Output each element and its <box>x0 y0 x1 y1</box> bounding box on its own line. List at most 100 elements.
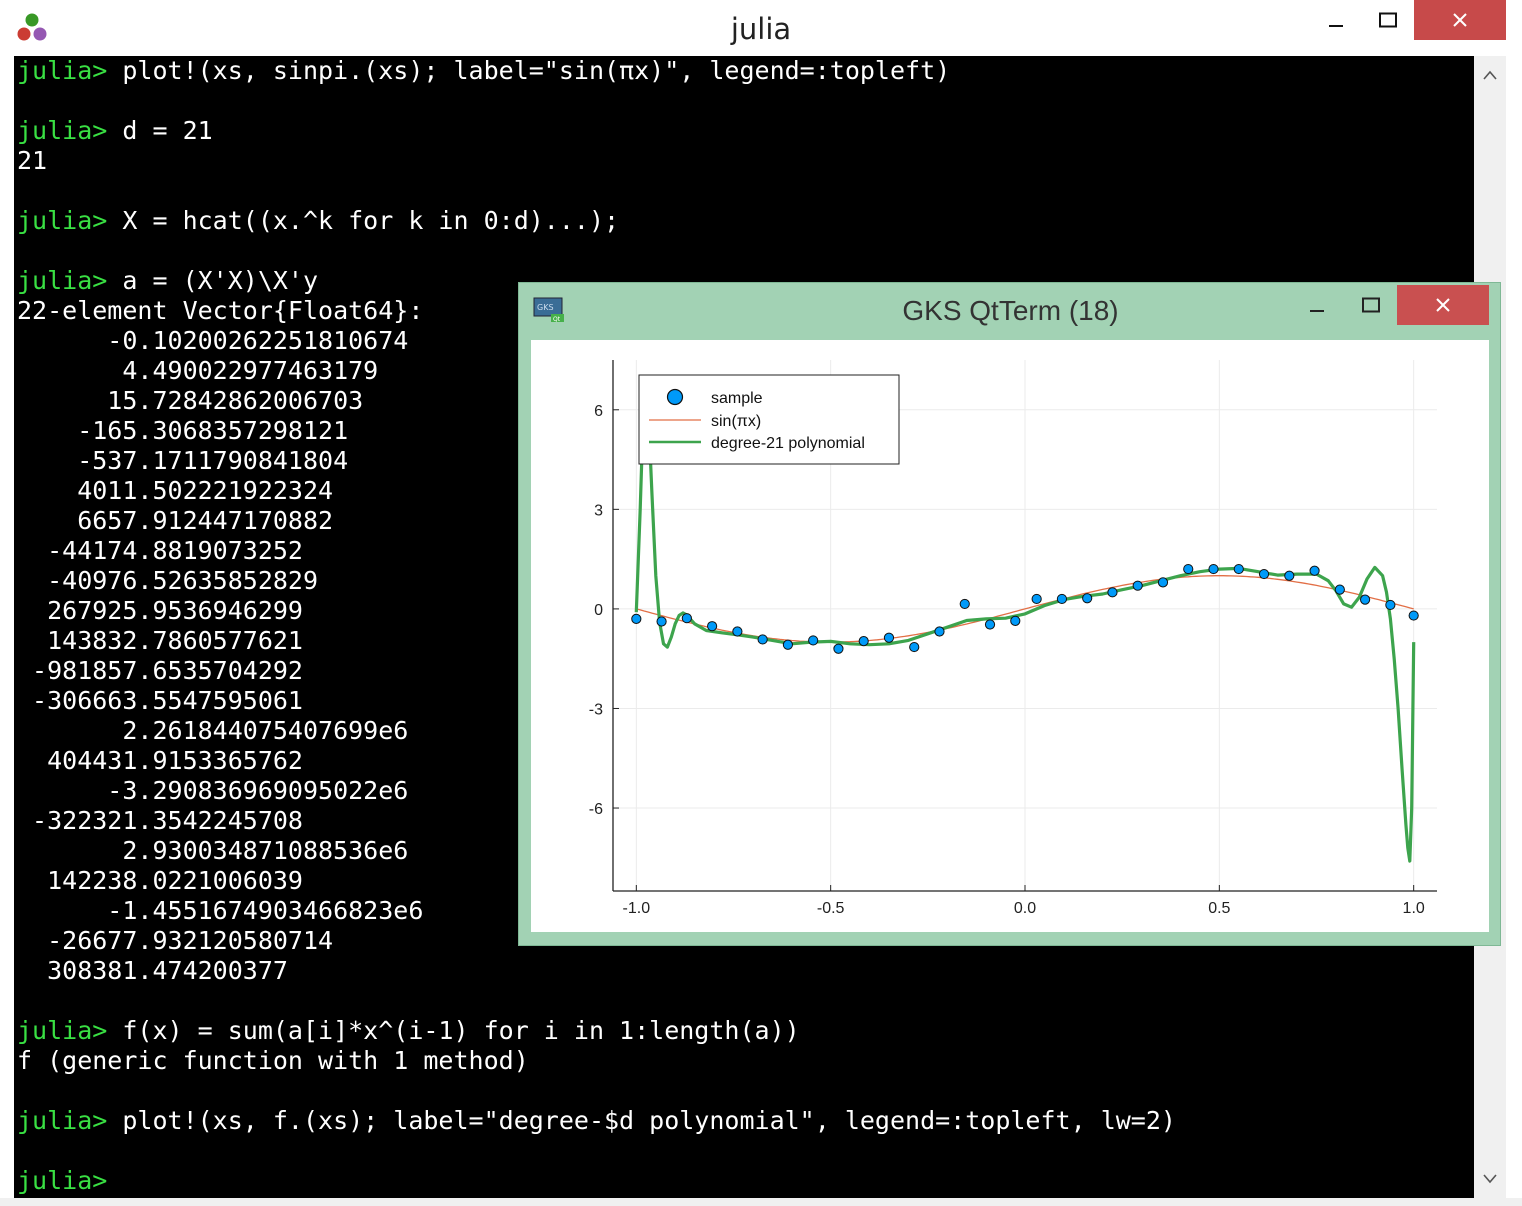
sample-point <box>984 619 996 630</box>
output-text: 6657.912447170882 <box>17 506 334 535</box>
output-text: -44174.8819073252 <box>17 536 303 565</box>
sample-point <box>757 634 768 645</box>
close-button[interactable] <box>1414 0 1506 40</box>
scroll-up-button[interactable] <box>1474 60 1506 90</box>
sample-point <box>1408 610 1419 621</box>
gks-qtterm-window[interactable]: GKS Qt GKS QtTerm (18) -1.0 -0.5 0.0 0.5 1.0… <box>518 282 1501 946</box>
output-text: -322321.3542245708 <box>17 806 303 835</box>
window-border <box>1506 0 1522 1206</box>
sample-point <box>858 635 869 647</box>
sample-point <box>934 626 945 637</box>
output-text: 21 <box>17 146 48 175</box>
julia-prompt: julia> <box>17 206 123 235</box>
command-text: d = 21 <box>122 116 213 145</box>
output-text: -306663.5547595061 <box>17 686 303 715</box>
sample-point <box>1107 587 1118 598</box>
sample-point <box>959 598 970 610</box>
gks-maximize-button[interactable] <box>1345 285 1397 325</box>
minimize-button[interactable] <box>1308 0 1364 40</box>
output-text: 267925.9536946299 <box>17 596 303 625</box>
output-text: 142238.0221006039 <box>17 866 303 895</box>
sample-point <box>681 613 692 624</box>
sample-point <box>883 632 895 643</box>
plot-svg: -1.0 -0.5 0.0 0.5 1.0 6 3 0 -3 -6 sample sin(πx) deg… <box>589 360 1437 917</box>
julia-prompt: julia> <box>17 1106 123 1135</box>
x-tick-label: 0.0 <box>1014 900 1036 917</box>
output-text: 308381.474200377 <box>17 956 288 985</box>
terminal-line: 308381.474200377 <box>17 956 1176 986</box>
command-text: plot!(xs, f.(xs); label="degree-$d polyn… <box>122 1106 1176 1135</box>
y-tick-label: 0 <box>594 602 603 619</box>
close-icon <box>1436 298 1450 312</box>
sample-point <box>1359 594 1371 605</box>
sample-point <box>1157 577 1169 588</box>
scroll-down-button[interactable] <box>1474 1164 1506 1194</box>
terminal-line: julia> d = 21 <box>17 116 1176 146</box>
gks-close-button[interactable] <box>1397 285 1489 325</box>
sample-point <box>1334 584 1345 595</box>
y-tick-label: 3 <box>594 502 603 519</box>
sample-point <box>808 635 819 646</box>
terminal-line: julia> plot!(xs, f.(xs); label="degree-$… <box>17 1106 1176 1136</box>
sample-point <box>782 639 794 650</box>
sample-point <box>909 641 920 653</box>
terminal-line: f (generic function with 1 method) <box>17 1046 1176 1076</box>
y-tick-label: 6 <box>594 403 603 420</box>
maximize-icon <box>1379 12 1397 28</box>
chevron-up-icon <box>1483 70 1497 80</box>
julia-window: julia julia> plot!(xs, sinpi.(xs); label… <box>0 0 1522 1206</box>
title-bar[interactable]: julia <box>0 0 1522 56</box>
output-text: -981857.6535704292 <box>17 656 303 685</box>
legend-entry: sin(πx) <box>711 413 761 430</box>
sample-point <box>631 613 642 624</box>
output-text: 2.930034871088536e6 <box>17 836 409 865</box>
command-text: X = hcat((x.^k for k in 0:d)...); <box>122 206 620 235</box>
output-text: -165.3068357298121 <box>17 416 349 445</box>
sample-point <box>1010 615 1021 626</box>
output-text: 143832.7860577621 <box>17 626 303 655</box>
output-text: -537.1711790841804 <box>17 446 349 475</box>
julia-prompt: julia> <box>17 116 123 145</box>
maximize-icon <box>1362 297 1380 313</box>
output-text: -3.290836969095022e6 <box>17 776 409 805</box>
minimize-icon <box>1310 310 1324 312</box>
sample-point <box>1132 580 1143 591</box>
julia-prompt: julia> <box>17 1016 123 1045</box>
legend-entry: degree-21 polynomial <box>711 435 865 452</box>
terminal-line: julia> <box>17 1166 1176 1196</box>
julia-prompt: julia> <box>17 1166 123 1195</box>
window-title: julia <box>730 12 792 46</box>
sample-point <box>1233 563 1244 575</box>
output-text: -1.4551674903466823e6 <box>17 896 424 925</box>
legend-entry: sample <box>711 390 763 407</box>
terminal-line: 21 <box>17 146 1176 176</box>
output-text: -0.10200262251810674 <box>17 326 409 355</box>
command-text: plot!(xs, sinpi.(xs); label="sin(πx)", l… <box>122 56 951 85</box>
x-tick-label: 0.5 <box>1208 900 1230 917</box>
minimize-icon <box>1329 25 1343 27</box>
sample-point <box>833 643 844 654</box>
maximize-button[interactable] <box>1360 0 1416 40</box>
terminal-line: julia> f(x) = sum(a[i]*x^(i-1) for i in … <box>17 1016 1176 1046</box>
y-tick-label: -3 <box>589 701 603 718</box>
gks-minimize-button[interactable] <box>1289 285 1345 325</box>
sample-point <box>1183 563 1194 575</box>
sample-point <box>656 616 667 627</box>
chevron-down-icon <box>1483 1174 1497 1184</box>
legend-sample-marker <box>666 388 684 406</box>
close-icon <box>1453 13 1467 27</box>
output-text: 4.490022977463179 <box>17 356 379 385</box>
output-text: -40976.52635852829 <box>17 566 319 595</box>
output-text: f (generic function with 1 method) <box>17 1046 529 1075</box>
output-text: 15.72842862006703 <box>17 386 364 415</box>
terminal-line: julia> X = hcat((x.^k for k in 0:d)...); <box>17 206 1176 236</box>
terminal-line: julia> plot!(xs, sinpi.(xs); label="sin(… <box>17 56 1176 86</box>
output-text: 404431.9153365762 <box>17 746 303 775</box>
julia-prompt: julia> <box>17 56 123 85</box>
